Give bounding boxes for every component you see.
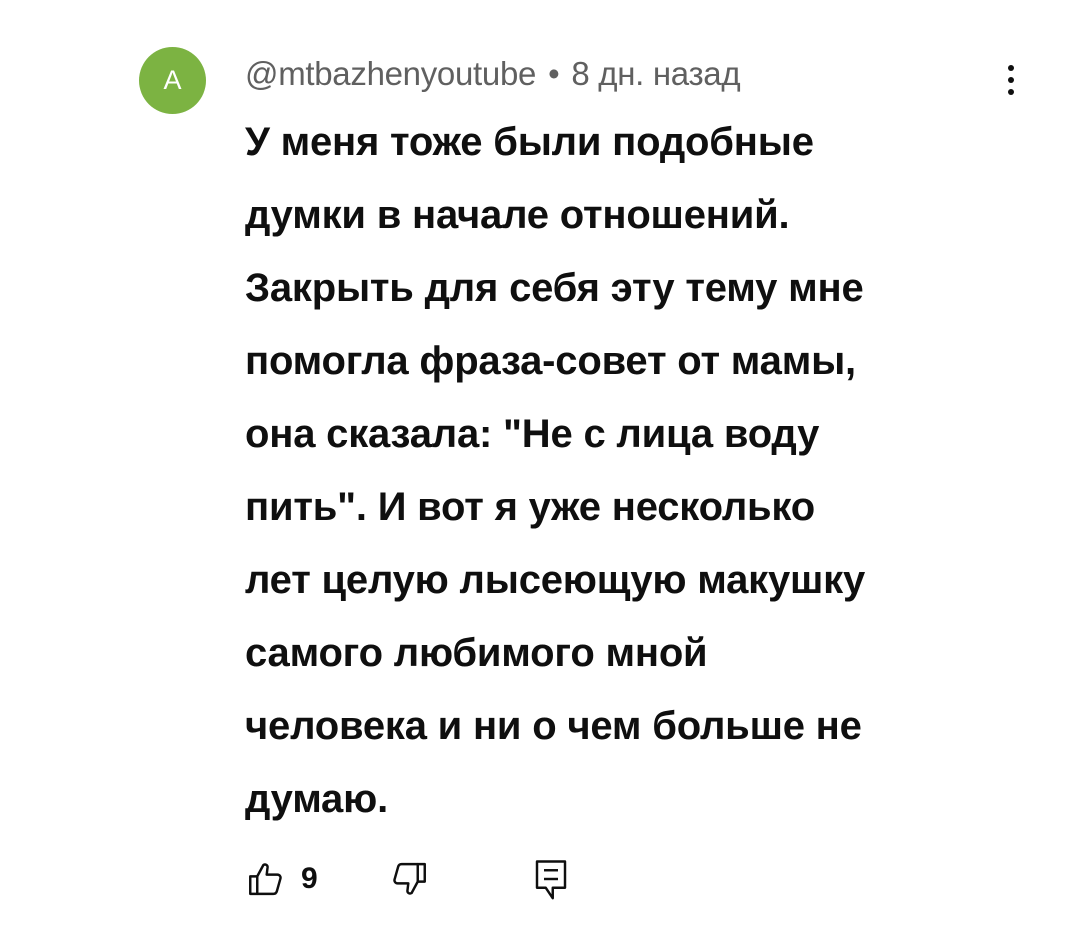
like-button[interactable]: 9	[245, 857, 318, 901]
comment-text-line: думаю.	[245, 777, 388, 821]
comment-text-line: помогла фраза-совет от мамы,	[245, 339, 856, 383]
comment: A @mtbazhenyoutube • 8 дн. назад У меня …	[0, 0, 1080, 929]
comment-actions: 9	[245, 852, 572, 906]
comment-text-line: она сказала: "Не с лица воду	[245, 412, 820, 456]
comment-text-line: Закрыть для себя эту тему мне	[245, 266, 864, 310]
timestamp[interactable]: 8 дн. назад	[571, 55, 740, 93]
dislike-button[interactable]	[388, 857, 430, 901]
reply-icon	[535, 860, 566, 900]
more-options-button[interactable]	[995, 58, 1027, 102]
comment-text-line: человека и ни о чем больше не	[245, 704, 862, 748]
comment-text-line: лет целую лысеющую макушку	[245, 558, 866, 602]
more-vertical-icon-dot	[1008, 65, 1014, 71]
comment-text-line: У меня тоже были подобные	[245, 120, 814, 164]
thumbs-up-icon	[249, 863, 282, 896]
more-vertical-icon-dot	[1008, 77, 1014, 83]
comment-header: @mtbazhenyoutube • 8 дн. назад	[245, 52, 741, 96]
separator-dot: •	[548, 55, 560, 92]
reply-button[interactable]	[530, 855, 572, 903]
comment-text-line: самого любимого мной	[245, 631, 708, 675]
like-count: 9	[301, 862, 318, 895]
comment-text-line: пить". И вот я уже несколько	[245, 485, 815, 529]
more-vertical-icon-dot	[1008, 89, 1014, 95]
thumbs-down-icon	[392, 862, 426, 895]
avatar-letter: A	[163, 65, 182, 95]
avatar[interactable]: A	[139, 47, 206, 114]
comment-text: У меня тоже были подобные думки в начале…	[245, 106, 1025, 836]
author-name[interactable]: @mtbazhenyoutube	[245, 55, 536, 93]
comment-text-line: думки в начале отношений.	[245, 193, 790, 237]
